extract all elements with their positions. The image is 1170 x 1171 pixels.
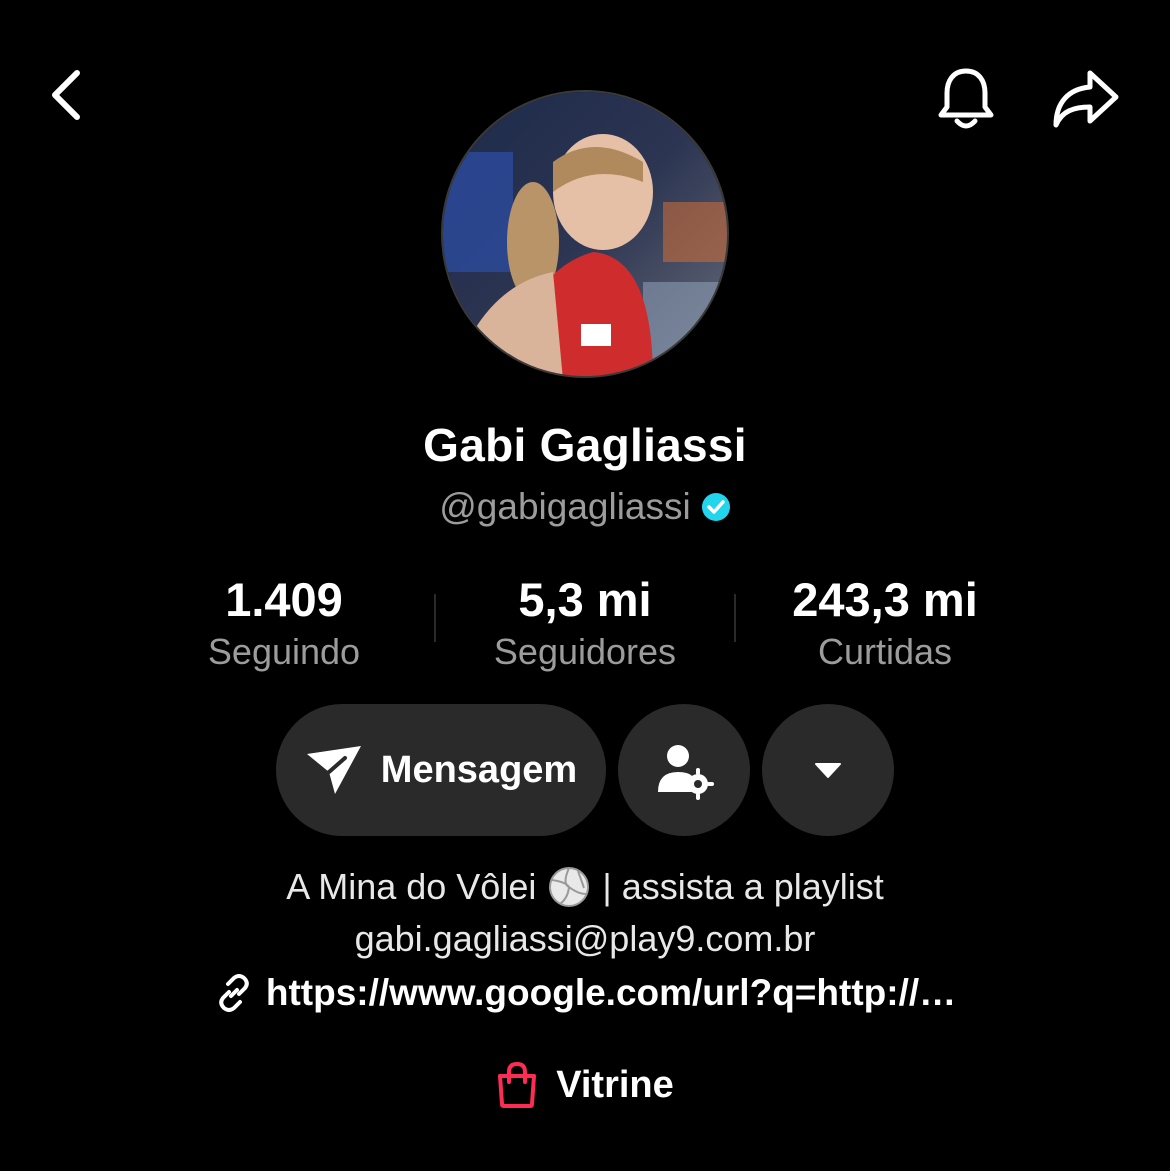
- link-icon: [219, 974, 249, 1012]
- stat-value: 1.409: [225, 573, 343, 626]
- showcase-link[interactable]: Vitrine: [0, 1062, 1170, 1108]
- user-settings-button[interactable]: [618, 704, 750, 836]
- bio-text: A Mina do Vôlei: [286, 866, 537, 907]
- bell-icon: [938, 68, 994, 129]
- profile-page: Gabi Gagliassi @gabigagliassi 1.409 Segu…: [0, 0, 1170, 1171]
- bio-email: gabi.gagliassi@play9.com.br: [354, 918, 816, 959]
- share-arrow-icon: [1053, 70, 1119, 128]
- profile-handle: @gabigagliassi: [439, 486, 691, 527]
- bio-text: | assista a playlist: [602, 866, 884, 907]
- showcase-label: Vitrine: [556, 1063, 674, 1106]
- avatar[interactable]: [441, 90, 729, 378]
- stat-divider: [434, 594, 436, 642]
- message-button[interactable]: Mensagem: [276, 704, 606, 836]
- chevron-left-icon: [52, 70, 80, 120]
- user-gear-icon: [658, 745, 714, 800]
- stat-value: 5,3 mi: [518, 573, 652, 626]
- stat-followers[interactable]: 5,3 mi Seguidores: [460, 572, 710, 676]
- share-button[interactable]: [1046, 62, 1126, 134]
- stat-following[interactable]: 1.409 Seguindo: [184, 572, 384, 676]
- shopping-bag-icon: [498, 1062, 537, 1108]
- message-button-label: Mensagem: [380, 748, 578, 791]
- volleyball-icon: [549, 867, 590, 907]
- profile-link-url: https://www.google.com/url?q=http://…: [265, 972, 957, 1013]
- profile-name: Gabi Gagliassi: [423, 419, 747, 471]
- stat-divider: [734, 594, 736, 642]
- notifications-button[interactable]: [930, 62, 1002, 134]
- send-icon: [306, 746, 361, 794]
- profile-link[interactable]: https://www.google.com/url?q=http://…: [0, 972, 1170, 1014]
- stat-likes[interactable]: 243,3 mi Curtidas: [760, 572, 1010, 676]
- handle-row: @gabigagliassi: [0, 486, 1170, 528]
- back-button[interactable]: [34, 62, 100, 128]
- stat-label: Curtidas: [817, 631, 953, 672]
- avatar-photo: [443, 92, 727, 376]
- stat-value: 243,3 mi: [792, 573, 978, 626]
- verified-badge-icon: [701, 493, 730, 521]
- stat-label: Seguindo: [207, 631, 361, 672]
- bio-line-1: A Mina do Vôlei | assista a playlist: [0, 866, 1170, 908]
- stat-label: Seguidores: [493, 631, 677, 672]
- more-dropdown-button[interactable]: [762, 704, 894, 836]
- caret-down-icon: [815, 763, 841, 778]
